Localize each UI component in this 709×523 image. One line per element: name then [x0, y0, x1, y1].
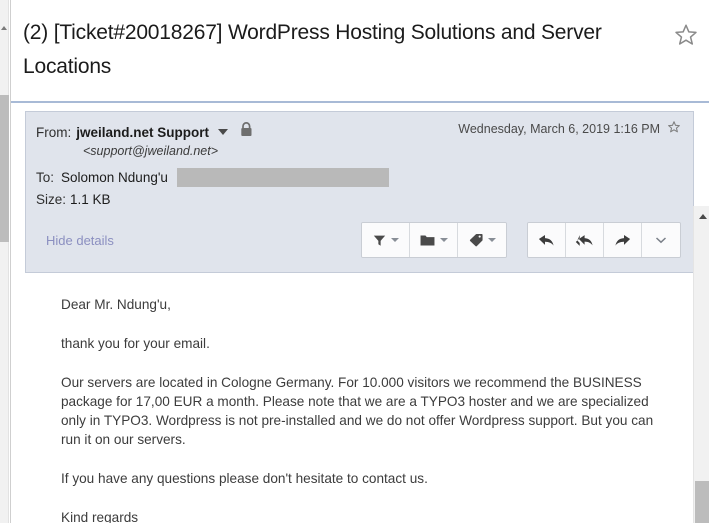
message-date: Wednesday, March 6, 2019 1:16 PM — [458, 122, 660, 136]
body-paragraph: Our servers are located in Cologne Germa… — [61, 375, 654, 447]
scrollbar-thumb[interactable] — [695, 481, 709, 523]
left-scrollbar[interactable] — [0, 0, 9, 523]
reply-button-group — [527, 222, 681, 258]
message-body: Dear Mr. Ndung'u, thank you for your ema… — [25, 275, 694, 523]
scroll-up-arrow-icon[interactable] — [1, 26, 7, 30]
to-label: To: — [36, 170, 55, 185]
body-paragraph: thank you for your email. — [61, 336, 210, 351]
reply-button[interactable] — [528, 223, 566, 257]
left-scrollbar-thumb[interactable] — [0, 95, 9, 242]
size-label: Size: — [36, 192, 67, 207]
from-label: From: — [36, 124, 72, 140]
from-row: From: jweiland.net Support — [36, 122, 253, 142]
from-email-address: <support@jweiland.net> — [83, 144, 218, 158]
email-viewer: (2) [Ticket#20018267] WordPress Hosting … — [0, 0, 709, 523]
body-paragraph: If you have any questions please don't h… — [61, 471, 428, 486]
message-pane: From: jweiland.net Support <support@jwei… — [11, 103, 709, 523]
size-value: 1.1 KB — [70, 192, 111, 207]
page-title: (2) [Ticket#20018267] WordPress Hosting … — [23, 21, 602, 78]
size-row: Size: 1.1 KB — [36, 192, 111, 207]
main-column: (2) [Ticket#20018267] WordPress Hosting … — [10, 0, 709, 523]
forward-button[interactable] — [604, 223, 642, 257]
flag-star-icon[interactable] — [667, 120, 681, 139]
star-outline-icon[interactable] — [673, 22, 701, 50]
from-sender-name[interactable]: jweiland.net Support — [76, 125, 209, 140]
message-toolbar — [361, 222, 681, 258]
filter-button[interactable] — [362, 223, 410, 257]
lock-icon — [240, 122, 253, 142]
message-scrollbar[interactable] — [693, 206, 709, 523]
redacted-recipient-bar — [176, 168, 389, 187]
body-paragraph: Dear Mr. Ndung'u, — [61, 297, 171, 312]
chevron-down-icon[interactable] — [487, 238, 496, 242]
caret-down-icon[interactable] — [218, 129, 229, 135]
more-actions-button[interactable] — [642, 223, 680, 257]
subject-bar: (2) [Ticket#20018267] WordPress Hosting … — [11, 0, 709, 101]
chevron-down-icon[interactable] — [439, 238, 448, 242]
to-row: To: Solomon Ndung'u — [36, 168, 389, 187]
to-recipient-name[interactable]: Solomon Ndung'u — [61, 170, 168, 185]
chevron-down-icon[interactable] — [390, 238, 399, 242]
organize-button-group — [361, 222, 507, 258]
move-to-folder-button[interactable] — [410, 223, 458, 257]
hide-details-link[interactable]: Hide details — [46, 233, 114, 248]
scroll-up-arrow-icon[interactable] — [699, 214, 707, 219]
body-paragraph: Kind regards — [61, 510, 139, 523]
reply-all-button[interactable] — [566, 223, 604, 257]
message-header-panel: From: jweiland.net Support <support@jwei… — [25, 111, 694, 273]
tag-button[interactable] — [458, 223, 506, 257]
